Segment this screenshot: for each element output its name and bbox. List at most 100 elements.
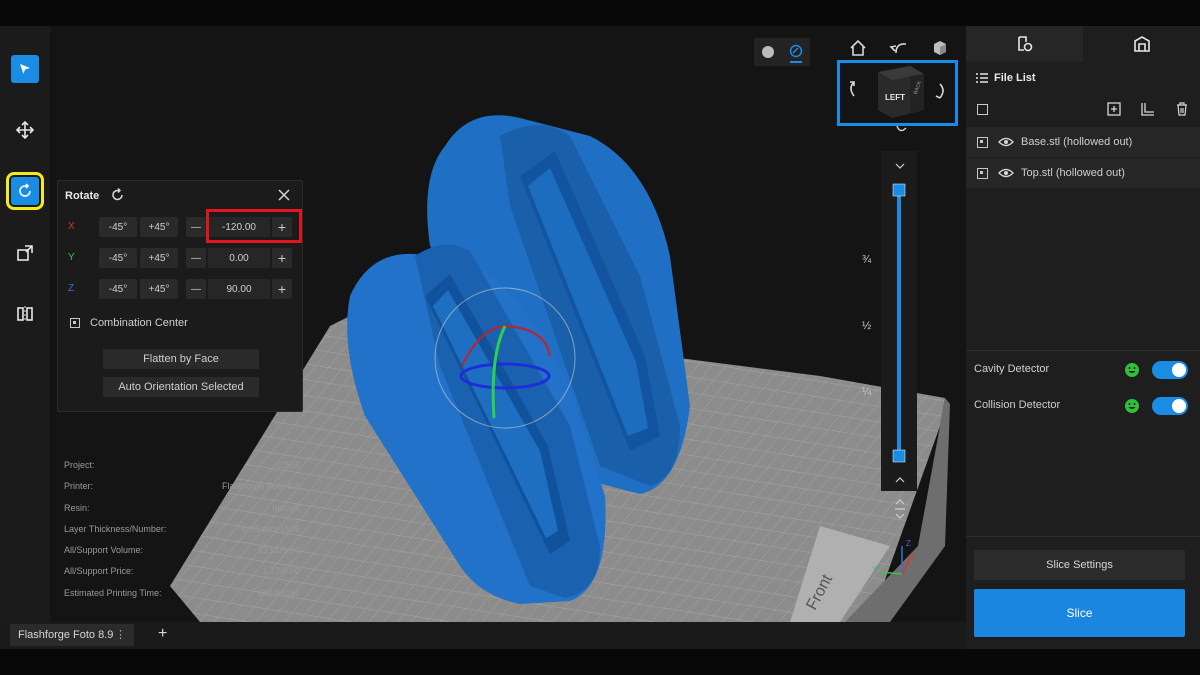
close-icon[interactable]: [278, 189, 290, 201]
project-tab[interactable]: Flashforge Foto 8.9 ⋮: [10, 624, 134, 646]
info-key: All/Support Price:: [64, 566, 134, 577]
solid-shading-icon[interactable]: [762, 46, 774, 58]
left-toolbar: [0, 26, 50, 622]
eye-icon[interactable]: [998, 168, 1014, 178]
tab-more-icon[interactable]: ⋮: [115, 628, 126, 641]
z-minus-45-button[interactable]: -45°: [99, 279, 137, 299]
rotate-panel-title: Rotate: [65, 190, 100, 202]
rotate-view-left-icon[interactable]: [850, 81, 855, 97]
axis-z-label: Z: [68, 283, 75, 294]
z-plus-45-button[interactable]: +45°: [140, 279, 178, 299]
slice-button[interactable]: Slice: [974, 589, 1185, 637]
mirror-tool-button[interactable]: [11, 300, 39, 328]
slider-tick-1-4: ¼: [862, 386, 872, 398]
info-key: Estimated Printing Time:: [64, 587, 162, 598]
scale-tool-button[interactable]: [11, 239, 39, 267]
eye-icon[interactable]: [998, 137, 1014, 147]
collision-detector-toggle[interactable]: [1152, 397, 1188, 415]
x-minus-45-button[interactable]: -45°: [99, 217, 137, 237]
x-plus-45-button[interactable]: +45°: [140, 217, 178, 237]
z-value-input[interactable]: 90.00: [208, 279, 270, 299]
cube-view-icon[interactable]: [934, 41, 946, 55]
select-tool-button[interactable]: [11, 55, 39, 83]
printer-icon: [1133, 36, 1150, 52]
add-file-icon[interactable]: [1107, 102, 1121, 116]
top-letterbox: [0, 0, 1200, 26]
info-value: 6h10m16s: [257, 587, 300, 598]
file-checkbox[interactable]: [977, 137, 988, 148]
project-info: Project: 11568 Printer: Flashforge Foto 8.…: [64, 460, 304, 609]
slider-tick-3-4: ¾: [862, 254, 872, 266]
rotate-row-z: Z -45° +45° — 90.00 +: [58, 279, 304, 301]
file-list-heading: File List: [976, 72, 1036, 84]
file-name: Base.stl (hollowed out): [1021, 136, 1133, 148]
move-tool-button[interactable]: [11, 116, 39, 144]
cavity-detector-toggle[interactable]: [1152, 361, 1188, 379]
right-panel-tabs: [966, 26, 1200, 62]
rotate-tool-button[interactable]: [6, 172, 44, 210]
x-decrement-button[interactable]: —: [186, 217, 206, 237]
bottom-letterbox: [0, 649, 1200, 675]
axis-z-label: Z: [906, 539, 911, 548]
info-key: Project:: [64, 460, 95, 470]
cursor-arrow-icon: [20, 64, 30, 74]
y-plus-45-button[interactable]: +45°: [140, 248, 178, 268]
checkbox-box[interactable]: [70, 318, 80, 328]
rotate-view-bottom-icon[interactable]: [896, 125, 907, 132]
y-decrement-button[interactable]: —: [186, 248, 206, 268]
delete-icon[interactable]: [1175, 102, 1189, 116]
select-all-checkbox[interactable]: [977, 104, 988, 115]
axis-y-label: Y: [68, 252, 75, 263]
xray-shading-icon[interactable]: [789, 44, 803, 63]
info-row-volume: All/Support Volume: 53.61/0.00: [64, 545, 304, 566]
info-row-project: Project: 11568: [64, 460, 304, 481]
file-settings-icon: [1017, 36, 1032, 52]
info-key: Layer Thickness/Number:: [64, 523, 167, 534]
file-checkbox[interactable]: [977, 168, 988, 179]
rotate-row-y: Y -45° +45° — 0.00 +: [58, 248, 304, 270]
info-row-price: All/Support Price: 1.77/0.00: [64, 566, 304, 587]
info-row-resin: Resin: normal: [64, 503, 304, 524]
right-panel: File List Base.stl (hollowed out) Top.st…: [966, 26, 1200, 649]
slider-tick-1-2: ½: [862, 320, 872, 332]
combination-center-checkbox[interactable]: Combination Center: [70, 317, 188, 329]
cavity-detector-label: Cavity Detector: [974, 363, 1050, 375]
add-tab-button[interactable]: +: [158, 625, 167, 643]
y-increment-button[interactable]: +: [272, 248, 292, 268]
collision-detector-row: Collision Detector: [974, 395, 1194, 417]
cube-left-label[interactable]: LEFT: [885, 93, 905, 102]
z-decrement-button[interactable]: —: [186, 279, 206, 299]
cavity-detector-row: Cavity Detector: [974, 359, 1194, 381]
home-view-icon[interactable]: [850, 39, 866, 56]
tab-file-list[interactable]: [966, 26, 1083, 62]
view-cube[interactable]: LEFT BACK: [840, 62, 956, 140]
z-increment-button[interactable]: +: [272, 279, 292, 299]
y-minus-45-button[interactable]: -45°: [99, 248, 137, 268]
project-tab-label: Flashforge Foto 8.9: [18, 629, 114, 641]
project-tab-bar: Flashforge Foto 8.9 ⋮ +: [0, 622, 966, 649]
file-list-item[interactable]: Base.stl (hollowed out): [966, 127, 1200, 157]
rotate-view-right-icon[interactable]: [935, 83, 944, 99]
shading-mode-group: [754, 38, 810, 66]
axis-y-label: Y: [872, 565, 878, 574]
tab-printer[interactable]: [1083, 26, 1200, 62]
file-list-item[interactable]: Top.stl (hollowed out): [966, 158, 1200, 188]
auto-orientation-button[interactable]: Auto Orientation Selected: [103, 377, 259, 397]
reset-rotation-icon[interactable]: [110, 187, 126, 203]
combination-center-label: Combination Center: [90, 317, 188, 329]
status-ok-icon: [1125, 399, 1139, 413]
y-value-input[interactable]: 0.00: [208, 248, 270, 268]
info-value: Flashforge Foto 8.9: [221, 481, 300, 492]
flatten-by-face-button[interactable]: Flatten by Face: [103, 349, 259, 369]
info-value: 53.61/0.00: [257, 545, 300, 556]
undo-view-icon[interactable]: [889, 43, 907, 54]
info-value: 0.05 mm/1506: [242, 523, 300, 534]
arrange-icon[interactable]: [1141, 102, 1155, 116]
slice-settings-button[interactable]: Slice Settings: [974, 550, 1185, 580]
list-icon: [976, 73, 988, 83]
app-window: Front Z X Y ¾ ½ ¼ LEFT BACK Rotate X -45…: [0, 0, 1200, 675]
info-value: normal: [272, 502, 300, 513]
info-row-time: Estimated Printing Time: 6h10m16s: [64, 588, 304, 609]
layer-slider[interactable]: [881, 151, 917, 491]
info-row-layers: Layer Thickness/Number: 0.05 mm/1506: [64, 524, 304, 545]
